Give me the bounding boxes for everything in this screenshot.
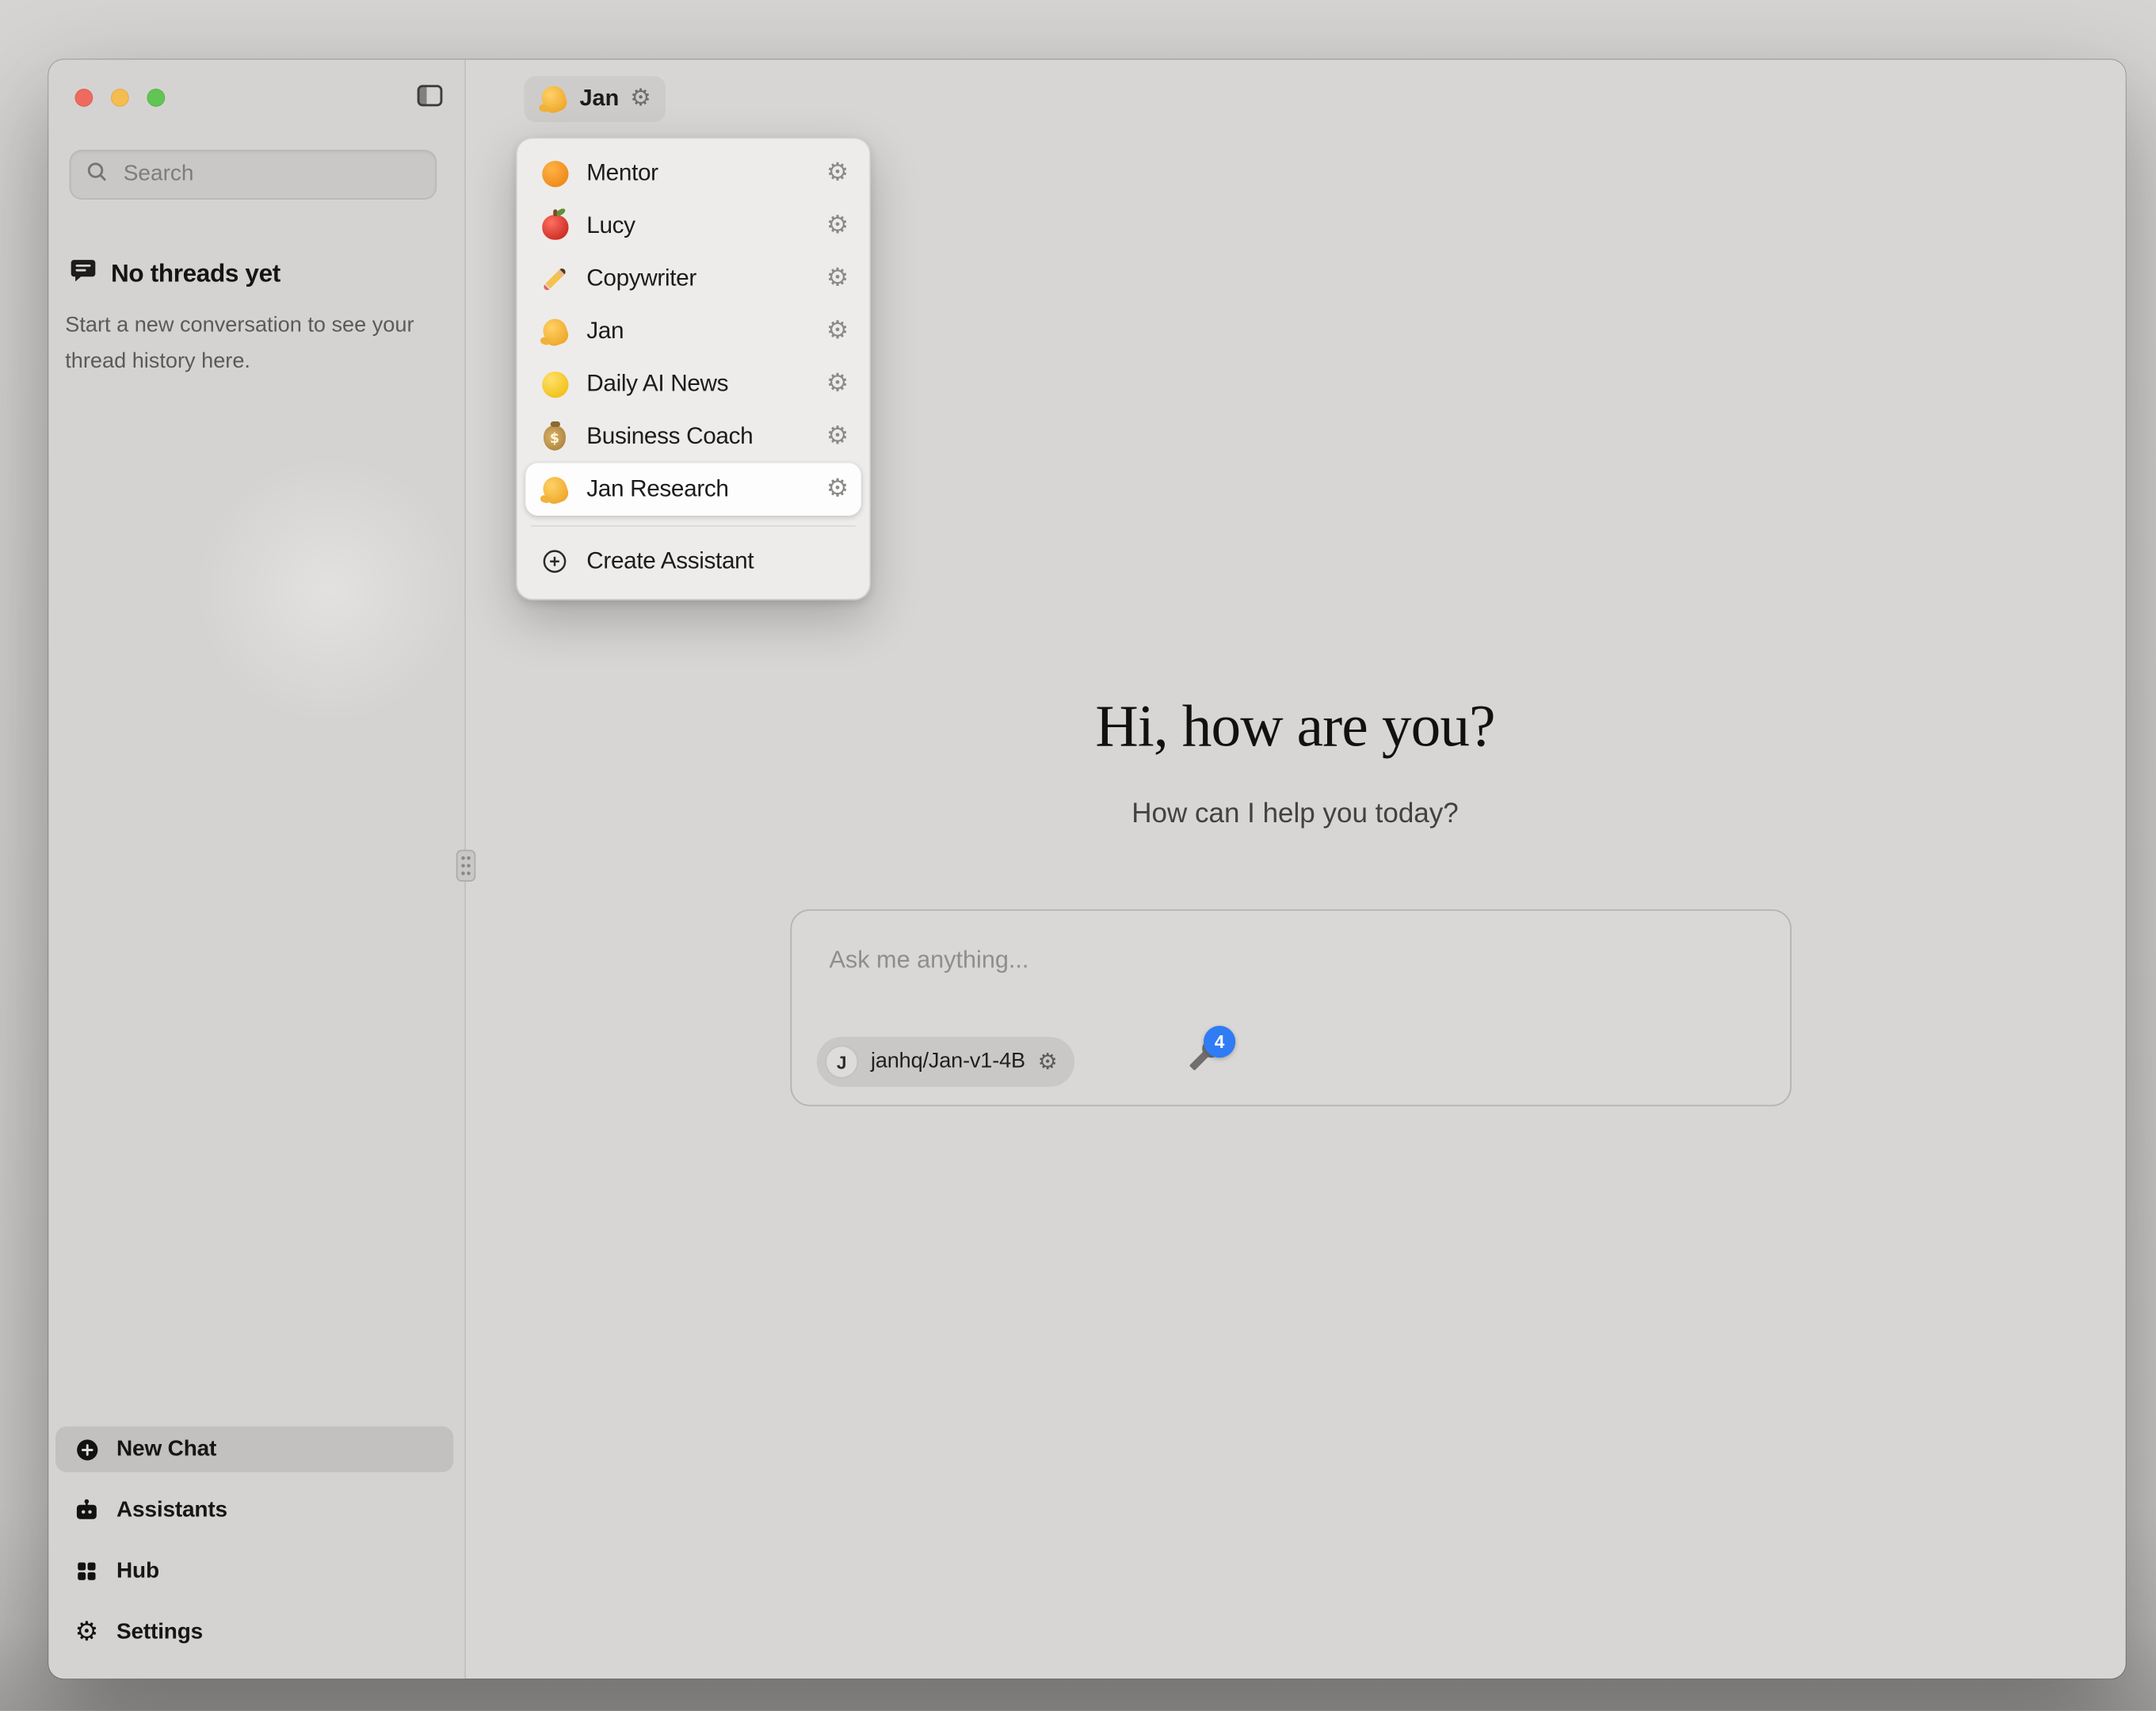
- assistant-menu-item-lucy[interactable]: Lucy ⚙: [525, 200, 861, 253]
- assistant-menu-item-jan[interactable]: Jan ⚙: [525, 305, 861, 358]
- search-input[interactable]: [120, 161, 422, 189]
- gear-icon: ⚙: [1038, 1051, 1058, 1073]
- gear-icon: ⚙: [826, 319, 849, 345]
- gear-icon: ⚙: [630, 87, 651, 111]
- empty-state-description: Start a new conversation to see your thr…: [65, 308, 414, 380]
- threads-empty-state: No threads yet: [70, 257, 280, 292]
- assistant-menu-label: Jan Research: [586, 475, 803, 503]
- window-controls: [75, 89, 166, 107]
- sidebar-item-hub[interactable]: Hub: [55, 1549, 453, 1595]
- chat-bubble-icon: [70, 257, 97, 292]
- gear-icon: ⚙: [74, 1619, 100, 1645]
- assistant-menu-label: Mentor: [586, 159, 803, 187]
- assistant-menu-label: Jan: [586, 318, 803, 345]
- new-chat-button[interactable]: New Chat: [55, 1427, 453, 1473]
- assistant-menu-item-jan-research[interactable]: Jan Research ⚙: [525, 463, 861, 516]
- money-bag-icon: [540, 421, 570, 452]
- search-icon: [85, 158, 110, 190]
- background-blob: [194, 455, 464, 725]
- assistant-settings-button[interactable]: ⚙: [819, 471, 856, 508]
- model-name: janhq/Jan-v1-4B: [871, 1050, 1025, 1075]
- sidebar: No threads yet Start a new conversation …: [48, 59, 466, 1679]
- wave-icon: [540, 316, 570, 347]
- minimize-window-button[interactable]: [111, 89, 129, 107]
- tools-count-badge: 4: [1204, 1026, 1235, 1057]
- apple-icon: [540, 211, 570, 242]
- gear-icon: ⚙: [826, 372, 849, 397]
- assistant-menu: Mentor ⚙ Lucy ⚙ Copywriter: [516, 137, 871, 600]
- nav-label: Assistants: [116, 1498, 227, 1523]
- assistant-settings-button[interactable]: ⚙: [819, 155, 856, 192]
- gear-icon: ⚙: [826, 425, 849, 450]
- plus-circle-icon: [74, 1436, 100, 1462]
- sidebar-item-settings[interactable]: ⚙ Settings: [55, 1610, 453, 1656]
- model-avatar: J: [825, 1046, 858, 1079]
- pencil-icon: [540, 264, 570, 295]
- greeting-subtitle: How can I help you today?: [464, 798, 2126, 830]
- gear-icon: ⚙: [826, 477, 849, 502]
- close-window-button[interactable]: [75, 89, 93, 107]
- assistant-settings-button[interactable]: ⚙: [819, 314, 856, 350]
- menu-divider: [531, 525, 856, 527]
- assistant-menu-label: Lucy: [586, 212, 803, 240]
- assistant-settings-button[interactable]: ⚙: [819, 261, 856, 297]
- main-area: Jan ⚙ Mentor ⚙ Lucy: [464, 59, 2126, 1679]
- assistant-menu-item-mentor[interactable]: Mentor ⚙: [525, 147, 861, 200]
- desktop: No threads yet Start a new conversation …: [0, 0, 2156, 1711]
- assistant-menu-label: Copywriter: [586, 265, 803, 292]
- assistant-settings-button[interactable]: ⚙: [819, 208, 856, 245]
- current-assistant-name: Jan: [580, 86, 620, 112]
- grid-icon: [74, 1558, 100, 1584]
- gear-icon: ⚙: [826, 161, 849, 186]
- nav-label: New Chat: [116, 1437, 216, 1462]
- assistants-robot-icon: [74, 1497, 100, 1523]
- gear-icon: ⚙: [826, 266, 849, 292]
- message-input[interactable]: [826, 944, 1734, 976]
- gear-icon: ⚙: [826, 214, 849, 239]
- empty-state-title: No threads yet: [111, 259, 280, 288]
- sidebar-panel-icon: [414, 80, 445, 115]
- assistant-settings-button[interactable]: ⚙: [819, 366, 856, 402]
- sidebar-nav: New Chat Assistants: [55, 1427, 453, 1656]
- search-field: [70, 150, 437, 200]
- toggle-sidebar-button[interactable]: [414, 81, 447, 114]
- nav-label: Hub: [116, 1559, 159, 1584]
- wave-icon: [540, 474, 570, 505]
- chat-composer: J janhq/Jan-v1-4B ⚙ 4: [791, 909, 1792, 1107]
- create-assistant-button[interactable]: Create Assistant: [525, 535, 861, 589]
- yellow-circle-icon: [540, 369, 570, 400]
- orange-circle-icon: [540, 158, 570, 189]
- sidebar-item-assistants[interactable]: Assistants: [55, 1488, 453, 1534]
- zoom-window-button[interactable]: [147, 89, 166, 107]
- assistant-menu-label: Daily AI News: [586, 370, 803, 398]
- assistant-menu-item-daily-ai-news[interactable]: Daily AI News ⚙: [525, 358, 861, 411]
- greeting-title: Hi, how are you?: [464, 693, 2126, 761]
- assistant-settings-button[interactable]: ⚙: [819, 419, 856, 455]
- wave-icon: [538, 84, 569, 115]
- create-assistant-label: Create Assistant: [586, 547, 754, 575]
- assistant-menu-label: Business Coach: [586, 423, 803, 451]
- model-selector-button[interactable]: J janhq/Jan-v1-4B ⚙: [817, 1037, 1074, 1087]
- assistant-menu-item-business-coach[interactable]: Business Coach ⚙: [525, 410, 861, 463]
- nav-label: Settings: [116, 1620, 203, 1645]
- app-window: No threads yet Start a new conversation …: [48, 59, 2126, 1679]
- plus-circle-outline-icon: [540, 547, 570, 577]
- assistant-selector-button[interactable]: Jan ⚙: [525, 76, 666, 122]
- assistant-menu-item-copywriter[interactable]: Copywriter ⚙: [525, 253, 861, 306]
